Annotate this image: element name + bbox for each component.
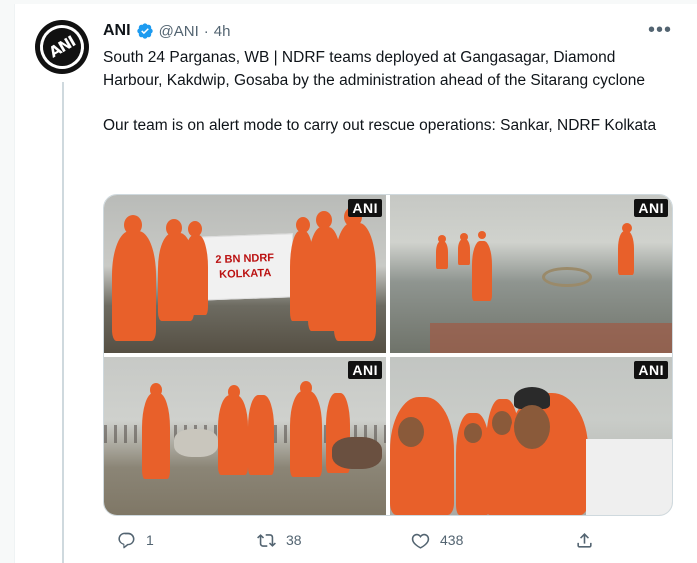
- photo-2[interactable]: ANI: [390, 195, 672, 353]
- share-button[interactable]: [575, 528, 594, 552]
- cow: [332, 437, 382, 469]
- face: [398, 417, 424, 447]
- media-grid: 2 BN NDRF KOLKATA ANI ANI ANI ANI: [103, 194, 673, 516]
- figure: [142, 393, 170, 479]
- figure: [436, 241, 448, 269]
- figure: [618, 231, 634, 275]
- share-icon: [577, 532, 592, 548]
- timestamp[interactable]: 4h: [214, 23, 231, 40]
- banner-line-2: KOLKATA: [218, 267, 272, 281]
- figure: [472, 241, 492, 301]
- figure: [184, 235, 208, 315]
- figure: [458, 239, 470, 265]
- figure: [290, 391, 322, 477]
- ani-watermark: ANI: [634, 199, 668, 217]
- retweet-button[interactable]: 38: [257, 528, 302, 552]
- ani-watermark: ANI: [348, 199, 382, 217]
- reply-count: 1: [146, 532, 154, 548]
- action-bar: 1 38 438: [103, 528, 603, 552]
- like-count: 438: [440, 532, 464, 548]
- tweet-text: South 24 Parganas, WB | NDRF teams deplo…: [103, 49, 657, 134]
- reply-icon: [118, 532, 135, 548]
- figure: [390, 397, 454, 515]
- debris: [542, 267, 592, 287]
- figure: [218, 395, 248, 475]
- photo-3[interactable]: ANI: [104, 357, 386, 515]
- author-name[interactable]: ANI: [103, 22, 131, 40]
- figure-head: [478, 231, 486, 239]
- thread-line: [62, 82, 64, 563]
- retweet-icon: [257, 533, 276, 547]
- verified-badge-icon: [136, 23, 153, 39]
- heart-icon: [411, 533, 430, 549]
- photo-1[interactable]: 2 BN NDRF KOLKATA ANI: [104, 195, 386, 353]
- figure: [248, 395, 274, 475]
- face: [464, 423, 482, 443]
- separator-dot: ·: [203, 22, 209, 40]
- avatar-logo: ANI: [31, 16, 93, 78]
- rubble: [430, 323, 672, 353]
- reply-button[interactable]: 1: [117, 528, 154, 552]
- retweet-count: 38: [286, 532, 302, 548]
- photo-4[interactable]: ANI: [390, 357, 672, 515]
- ani-watermark: ANI: [634, 361, 668, 379]
- figure: [334, 223, 376, 341]
- avatar[interactable]: ANI: [31, 16, 93, 78]
- like-button[interactable]: 438: [411, 528, 463, 552]
- cow: [174, 429, 218, 457]
- tweet-header: ANI @ANI · 4h: [103, 20, 230, 42]
- ndrf-banner: 2 BN NDRF KOLKATA: [194, 233, 296, 301]
- face: [514, 405, 550, 449]
- figure: [112, 231, 156, 341]
- ani-watermark: ANI: [348, 361, 382, 379]
- banner-edge: [586, 439, 672, 515]
- author-handle[interactable]: @ANI: [159, 23, 199, 40]
- more-options-icon[interactable]: •••: [646, 16, 674, 44]
- tweet-card[interactable]: ANI ANI @ANI · 4h ••• South 24 Parganas,…: [14, 4, 697, 563]
